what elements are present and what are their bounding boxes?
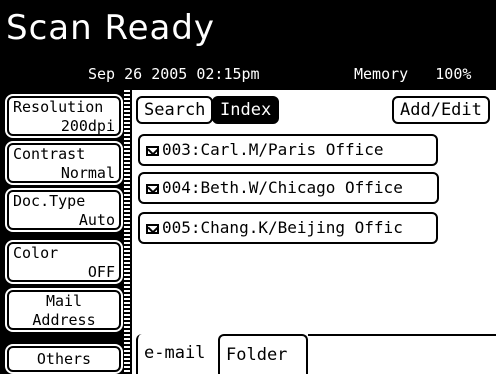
tab-email[interactable]: e-mail [136, 334, 212, 374]
add-edit-button[interactable]: Add/Edit [392, 96, 490, 124]
memory-label: Memory [354, 65, 409, 83]
index-button[interactable]: Index [212, 96, 280, 124]
address-entry-label: 005:Chang.K/Beijing Offic [162, 218, 403, 237]
memory-status: Memory 100% [354, 64, 471, 84]
screen-title: Scan Ready [6, 8, 216, 48]
resolution-button[interactable]: Resolution 200dpi [7, 96, 121, 136]
scroll-divider [124, 90, 130, 374]
mail-address-button[interactable]: Mail Address [7, 290, 121, 330]
tab-folder[interactable]: Folder [218, 334, 308, 374]
memory-value: 100% [435, 65, 472, 83]
doc-type-button[interactable]: Doc.Type Auto [7, 190, 121, 230]
tab-underline [308, 334, 496, 336]
contrast-label: Contrast [13, 145, 86, 163]
others-button[interactable]: Others [7, 346, 121, 372]
address-entry[interactable]: 005:Chang.K/Beijing Offic [138, 212, 438, 244]
mail-icon [146, 184, 159, 194]
mail-icon [146, 146, 159, 156]
mail-icon [146, 224, 159, 234]
others-label: Others [36, 350, 92, 368]
address-entry[interactable]: 003:Carl.M/Paris Office [138, 134, 438, 166]
datetime: Sep 26 2005 02:15pm [88, 65, 260, 83]
mail-address-line1: Mail [45, 292, 83, 310]
search-button[interactable]: Search [136, 96, 214, 124]
mail-address-line2: Address [32, 311, 96, 329]
bottom-tabs: e-mail Folder [136, 332, 496, 374]
color-button[interactable]: Color OFF [7, 242, 121, 282]
doc-type-label: Doc.Type [13, 192, 86, 210]
resolution-label: Resolution [13, 98, 104, 116]
resolution-value: 200dpi [60, 117, 115, 135]
address-entry[interactable]: 004:Beth.W/Chicago Office [138, 172, 439, 204]
color-value: OFF [87, 263, 115, 281]
address-entry-label: 003:Carl.M/Paris Office [162, 140, 384, 159]
color-label: Color [13, 244, 59, 262]
contrast-button[interactable]: Contrast Normal [7, 143, 121, 183]
sidebar: Resolution 200dpi Contrast Normal Doc.Ty… [0, 90, 132, 374]
doc-type-value: Auto [78, 211, 115, 229]
contrast-value: Normal [60, 164, 115, 182]
top-bar: Scan Ready Sep 26 2005 02:15pm Memory 10… [0, 0, 496, 90]
address-entry-label: 004:Beth.W/Chicago Office [162, 178, 403, 197]
